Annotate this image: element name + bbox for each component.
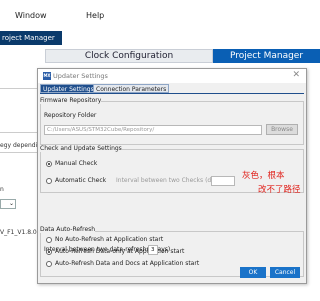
group-title: Check and Update Settings bbox=[40, 145, 122, 152]
auto-refresh-docs-radio[interactable] bbox=[46, 261, 52, 267]
group-title: Firmware Repository bbox=[40, 97, 102, 104]
left-panel-text: n bbox=[0, 186, 4, 193]
check-interval-input[interactable] bbox=[211, 176, 235, 186]
menubar: Window Help bbox=[0, 0, 320, 30]
left-panel-select[interactable]: ⌄ bbox=[0, 199, 16, 209]
cancel-button[interactable]: Cancel bbox=[270, 267, 300, 278]
automatic-check-label: Automatic Check bbox=[55, 177, 107, 184]
group-title: Data Auto-Refresh bbox=[40, 226, 96, 233]
auto-refresh-option: Auto-Refresh Data and Docs at Applicatio… bbox=[55, 260, 200, 267]
divider bbox=[0, 132, 40, 133]
automatic-check-radio[interactable] bbox=[46, 178, 52, 184]
left-panel-text: V_F1_V1.8.0 bbox=[0, 229, 37, 236]
repository-folder-input[interactable]: C:/Users/ASUS/STM32Cube/Repository/ bbox=[44, 125, 262, 135]
check-interval-label: Interval between two Checks (days) bbox=[116, 177, 224, 184]
tab-project-manager[interactable]: Project Manager bbox=[213, 49, 320, 63]
repository-folder-label: Repository Folder bbox=[44, 112, 97, 119]
annotation-text: 改不了路径 bbox=[258, 185, 301, 195]
chevron-down-icon: ⌄ bbox=[8, 200, 14, 207]
app-icon: MX bbox=[43, 72, 51, 80]
browse-button[interactable]: Browse bbox=[266, 124, 298, 135]
dialog-title: Updater Settings bbox=[53, 72, 108, 80]
close-icon[interactable]: ✕ bbox=[292, 70, 300, 80]
tab-clock-configuration[interactable]: Clock Configuration bbox=[45, 49, 213, 63]
divider bbox=[0, 88, 40, 89]
menu-window[interactable]: Window bbox=[15, 11, 47, 20]
manual-check-label: Manual Check bbox=[55, 160, 98, 167]
tab-underline bbox=[40, 93, 304, 94]
manual-check-radio[interactable] bbox=[46, 161, 52, 167]
firmware-repository-group bbox=[40, 101, 304, 145]
auto-refresh-option: No Auto-Refresh at Application start bbox=[55, 236, 164, 243]
tab-connection-parameters[interactable]: Connection Parameters bbox=[93, 84, 170, 93]
dialog-titlebar: MX Updater Settings ✕ bbox=[38, 69, 306, 83]
refresh-interval-input[interactable]: 3 bbox=[148, 245, 158, 255]
menu-help[interactable]: Help bbox=[86, 11, 104, 20]
divider bbox=[0, 152, 40, 153]
annotation-text: 灰色，根本 bbox=[242, 171, 285, 181]
tab-updater-settings[interactable]: Updater Settings bbox=[40, 84, 97, 93]
breadcrumb: roject Manager bbox=[0, 31, 62, 45]
ok-button[interactable]: OK bbox=[240, 267, 266, 278]
no-auto-refresh-radio[interactable] bbox=[46, 237, 52, 243]
